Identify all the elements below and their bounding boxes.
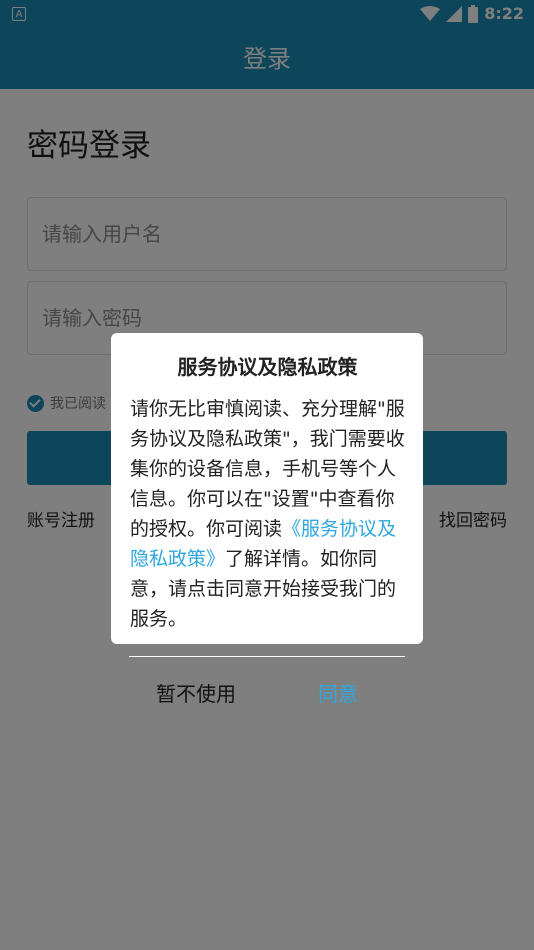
agree-button[interactable]: 同意 (318, 678, 358, 707)
dialog-title: 服务协议及隐私政策 (177, 355, 358, 379)
dialog-body: 请你无比审慎阅读、充分理解"服务协议及隐私政策"，我门需要收集你的设备信息，手机… (130, 394, 405, 634)
privacy-dialog: 服务协议及隐私政策 请你无比审慎阅读、充分理解"服务协议及隐私政策"，我门需要收… (111, 333, 423, 644)
decline-button[interactable]: 暂不使用 (156, 678, 236, 707)
dialog-divider (129, 656, 405, 657)
